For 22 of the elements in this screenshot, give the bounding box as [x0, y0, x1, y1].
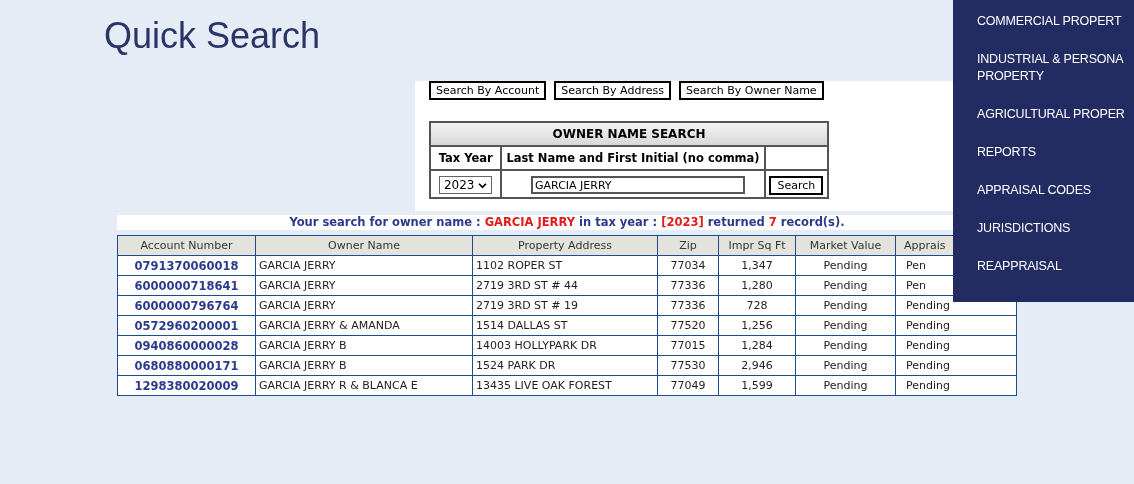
column-header: Impr Sq Ft — [718, 235, 796, 256]
column-label: Last Name and First Initial (no comma) — [501, 146, 765, 170]
menu-item[interactable]: INDUSTRIAL & PERSONA PROPERTY — [977, 49, 1134, 104]
search-tab-button[interactable]: Search By Owner Name — [678, 81, 824, 100]
form-title: OWNER NAME SEARCH — [430, 122, 828, 146]
menu-item[interactable]: APPRAISAL CODES — [977, 180, 1134, 218]
page-title: Quick Search — [104, 14, 321, 58]
search-tab-button[interactable]: Search By Address — [554, 81, 671, 100]
column-header: Market Value — [795, 235, 896, 256]
menu-item[interactable]: REPORTS — [977, 142, 1134, 180]
column-label: Tax Year — [430, 146, 502, 170]
name-input-field[interactable]: GARCIA JERRY — [531, 176, 745, 195]
column-header: Account Number — [117, 235, 256, 256]
menu-item[interactable]: COMMERCIAL PROPERT — [977, 11, 1134, 49]
year-select[interactable]: 2023 — [438, 176, 493, 194]
menu-item[interactable]: AGRICULTURAL PROPER — [977, 104, 1134, 142]
column-header: Property Address — [472, 235, 658, 256]
search-tab-button[interactable]: Search By Account — [429, 81, 547, 100]
column-header: Zip — [657, 235, 719, 256]
caret-icon — [478, 181, 488, 189]
search-button[interactable]: Search — [769, 175, 824, 195]
column-header: Owner Name — [255, 235, 473, 256]
